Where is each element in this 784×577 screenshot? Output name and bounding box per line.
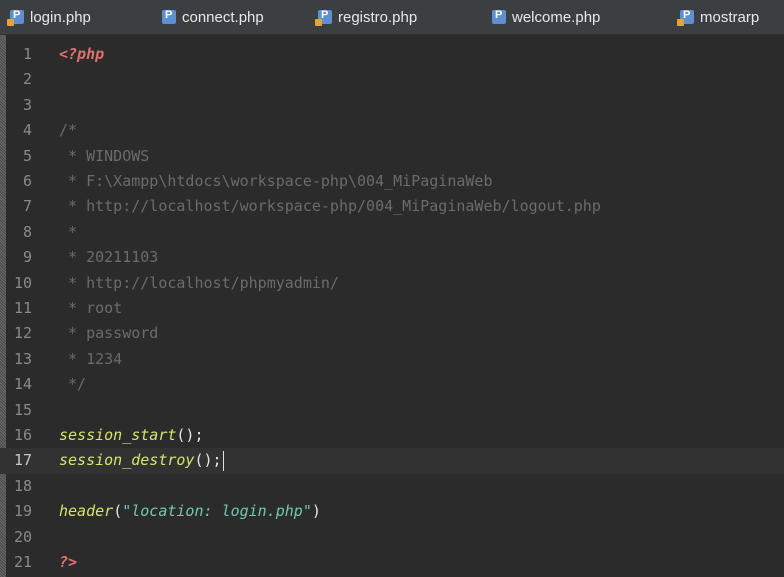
code-line[interactable]: 16 session_start();	[0, 423, 784, 448]
code-token: (	[113, 502, 123, 521]
line-number: 8	[22, 222, 32, 241]
code-token: header	[59, 502, 114, 521]
line-number: 2	[22, 70, 32, 89]
line-number: 16	[13, 426, 32, 444]
tab-login[interactable]: login.php	[7, 0, 91, 34]
code-line[interactable]: 13 * 1234	[0, 347, 784, 372]
code-line[interactable]: 5 * WINDOWS	[0, 144, 784, 169]
line-number: 14	[13, 375, 32, 394]
tab-label: welcome.php	[512, 8, 601, 26]
line-number: 20	[13, 527, 32, 546]
line-number: 18	[13, 476, 32, 495]
code-line[interactable]: 14 */	[0, 372, 784, 397]
line-number: 3	[22, 95, 32, 114]
code-text: * F:\Xampp\htdocs\workspace-php\004_MiPa…	[59, 169, 492, 194]
code-text: session_destroy();	[59, 448, 224, 473]
code-editor[interactable]: 1 <?php 2 3 4/* 5 * WINDOWS 6 * F:\Xampp\htdoc…	[0, 35, 784, 577]
code-text: session_start();	[59, 423, 204, 448]
code-token: * WINDOWS	[59, 146, 150, 165]
php-file-icon	[315, 9, 332, 26]
code-text: * http://localhost/workspace-php/004_MiP…	[59, 194, 601, 219]
line-number: 9	[22, 248, 32, 267]
code-line[interactable]: 9 * 20211103	[0, 245, 784, 270]
code-text: ?>	[59, 550, 77, 575]
line-number: 21	[13, 553, 32, 571]
code-text: */	[59, 372, 86, 397]
code-line[interactable]: 21 ?>	[0, 550, 784, 575]
code-token: * http://localhost/workspace-php/004_MiP…	[59, 197, 601, 216]
line-number: 5	[22, 146, 32, 165]
code-token: ?>	[59, 553, 78, 571]
line-number: 15	[13, 400, 32, 419]
code-token: "location: login.php"	[122, 502, 312, 521]
code-token: * http://localhost/phpmyadmin/	[59, 273, 339, 292]
code-line[interactable]: 7 * http://localhost/workspace-php/004_M…	[0, 194, 784, 219]
tab-registro[interactable]: registro.php	[315, 0, 418, 34]
code-token: ();	[176, 426, 204, 444]
code-token: )	[311, 502, 321, 521]
code-token: /*	[59, 121, 78, 140]
code-token: <?php	[59, 45, 105, 63]
line-number: 1	[22, 45, 32, 63]
code-token: * F:\Xampp\htdocs\workspace-php\004_MiPa…	[59, 172, 493, 190]
tab-mostrarp[interactable]: mostrarp	[677, 0, 760, 34]
code-text: * 1234	[59, 347, 122, 372]
tab-label: mostrarp	[700, 8, 760, 26]
code-token: * 20211103	[59, 248, 159, 267]
tab-label: connect.php	[182, 8, 264, 26]
line-number: 4	[22, 121, 32, 140]
code-token: * 1234	[59, 349, 123, 368]
code-line[interactable]: 1 <?php	[0, 42, 784, 67]
code-text: * root	[59, 296, 122, 321]
code-token: *	[59, 222, 78, 241]
code-line[interactable]: 11 * root	[0, 296, 784, 321]
tab-welcome[interactable]: welcome.php	[492, 0, 600, 34]
code-token: session_start	[59, 426, 177, 444]
code-line[interactable]: 19 header("location: login.php")	[0, 499, 784, 524]
code-text: * password	[59, 321, 158, 346]
php-file-icon	[162, 9, 176, 24]
code-text: <?php	[59, 42, 104, 67]
line-number: 17	[13, 451, 32, 470]
line-number: 12	[13, 324, 32, 343]
code-line[interactable]: 18	[0, 474, 784, 499]
php-file-icon	[492, 9, 506, 24]
line-number: 13	[13, 349, 32, 368]
line-number: 7	[22, 197, 32, 216]
code-line[interactable]: 3	[0, 93, 784, 118]
code-token: * root	[59, 299, 123, 317]
line-number: 19	[13, 502, 32, 521]
code-line[interactable]: 17 session_destroy();	[0, 448, 784, 474]
code-line[interactable]: 2	[0, 67, 784, 92]
tab-connect[interactable]: connect.php	[162, 0, 264, 34]
line-number: 6	[22, 172, 32, 190]
code-token: session_destroy	[59, 451, 195, 470]
code-token: * password	[59, 324, 159, 343]
code-line[interactable]: 6 * F:\Xampp\htdocs\workspace-php\004_Mi…	[0, 169, 784, 194]
code-token: ();	[194, 451, 222, 470]
php-file-icon	[677, 9, 694, 26]
code-text: * 20211103	[59, 245, 158, 270]
code-line[interactable]: 15	[0, 398, 784, 423]
tab-label: registro.php	[338, 8, 418, 26]
code-line[interactable]: 12 * password	[0, 321, 784, 346]
code-line[interactable]: 8 *	[0, 220, 784, 245]
code-token: */	[59, 375, 87, 394]
code-line[interactable]: 20	[0, 525, 784, 550]
text-cursor	[222, 450, 224, 471]
tab-label: login.php	[30, 8, 91, 26]
line-number: 11	[13, 299, 32, 317]
code-text: *	[59, 220, 77, 245]
code-text: /*	[59, 118, 77, 143]
code-text: * http://localhost/phpmyadmin/	[59, 271, 339, 296]
php-file-icon	[7, 9, 24, 26]
code-text: * WINDOWS	[59, 144, 149, 169]
code-text: header("location: login.php")	[59, 499, 321, 524]
code-line[interactable]: 4 /*	[0, 118, 784, 143]
line-number: 10	[13, 273, 32, 292]
editor-tab-bar: login.php connect.php registro.php welcome.…	[0, 0, 784, 35]
code-line[interactable]: 10 * http://localhost/phpmyadmin/	[0, 271, 784, 296]
